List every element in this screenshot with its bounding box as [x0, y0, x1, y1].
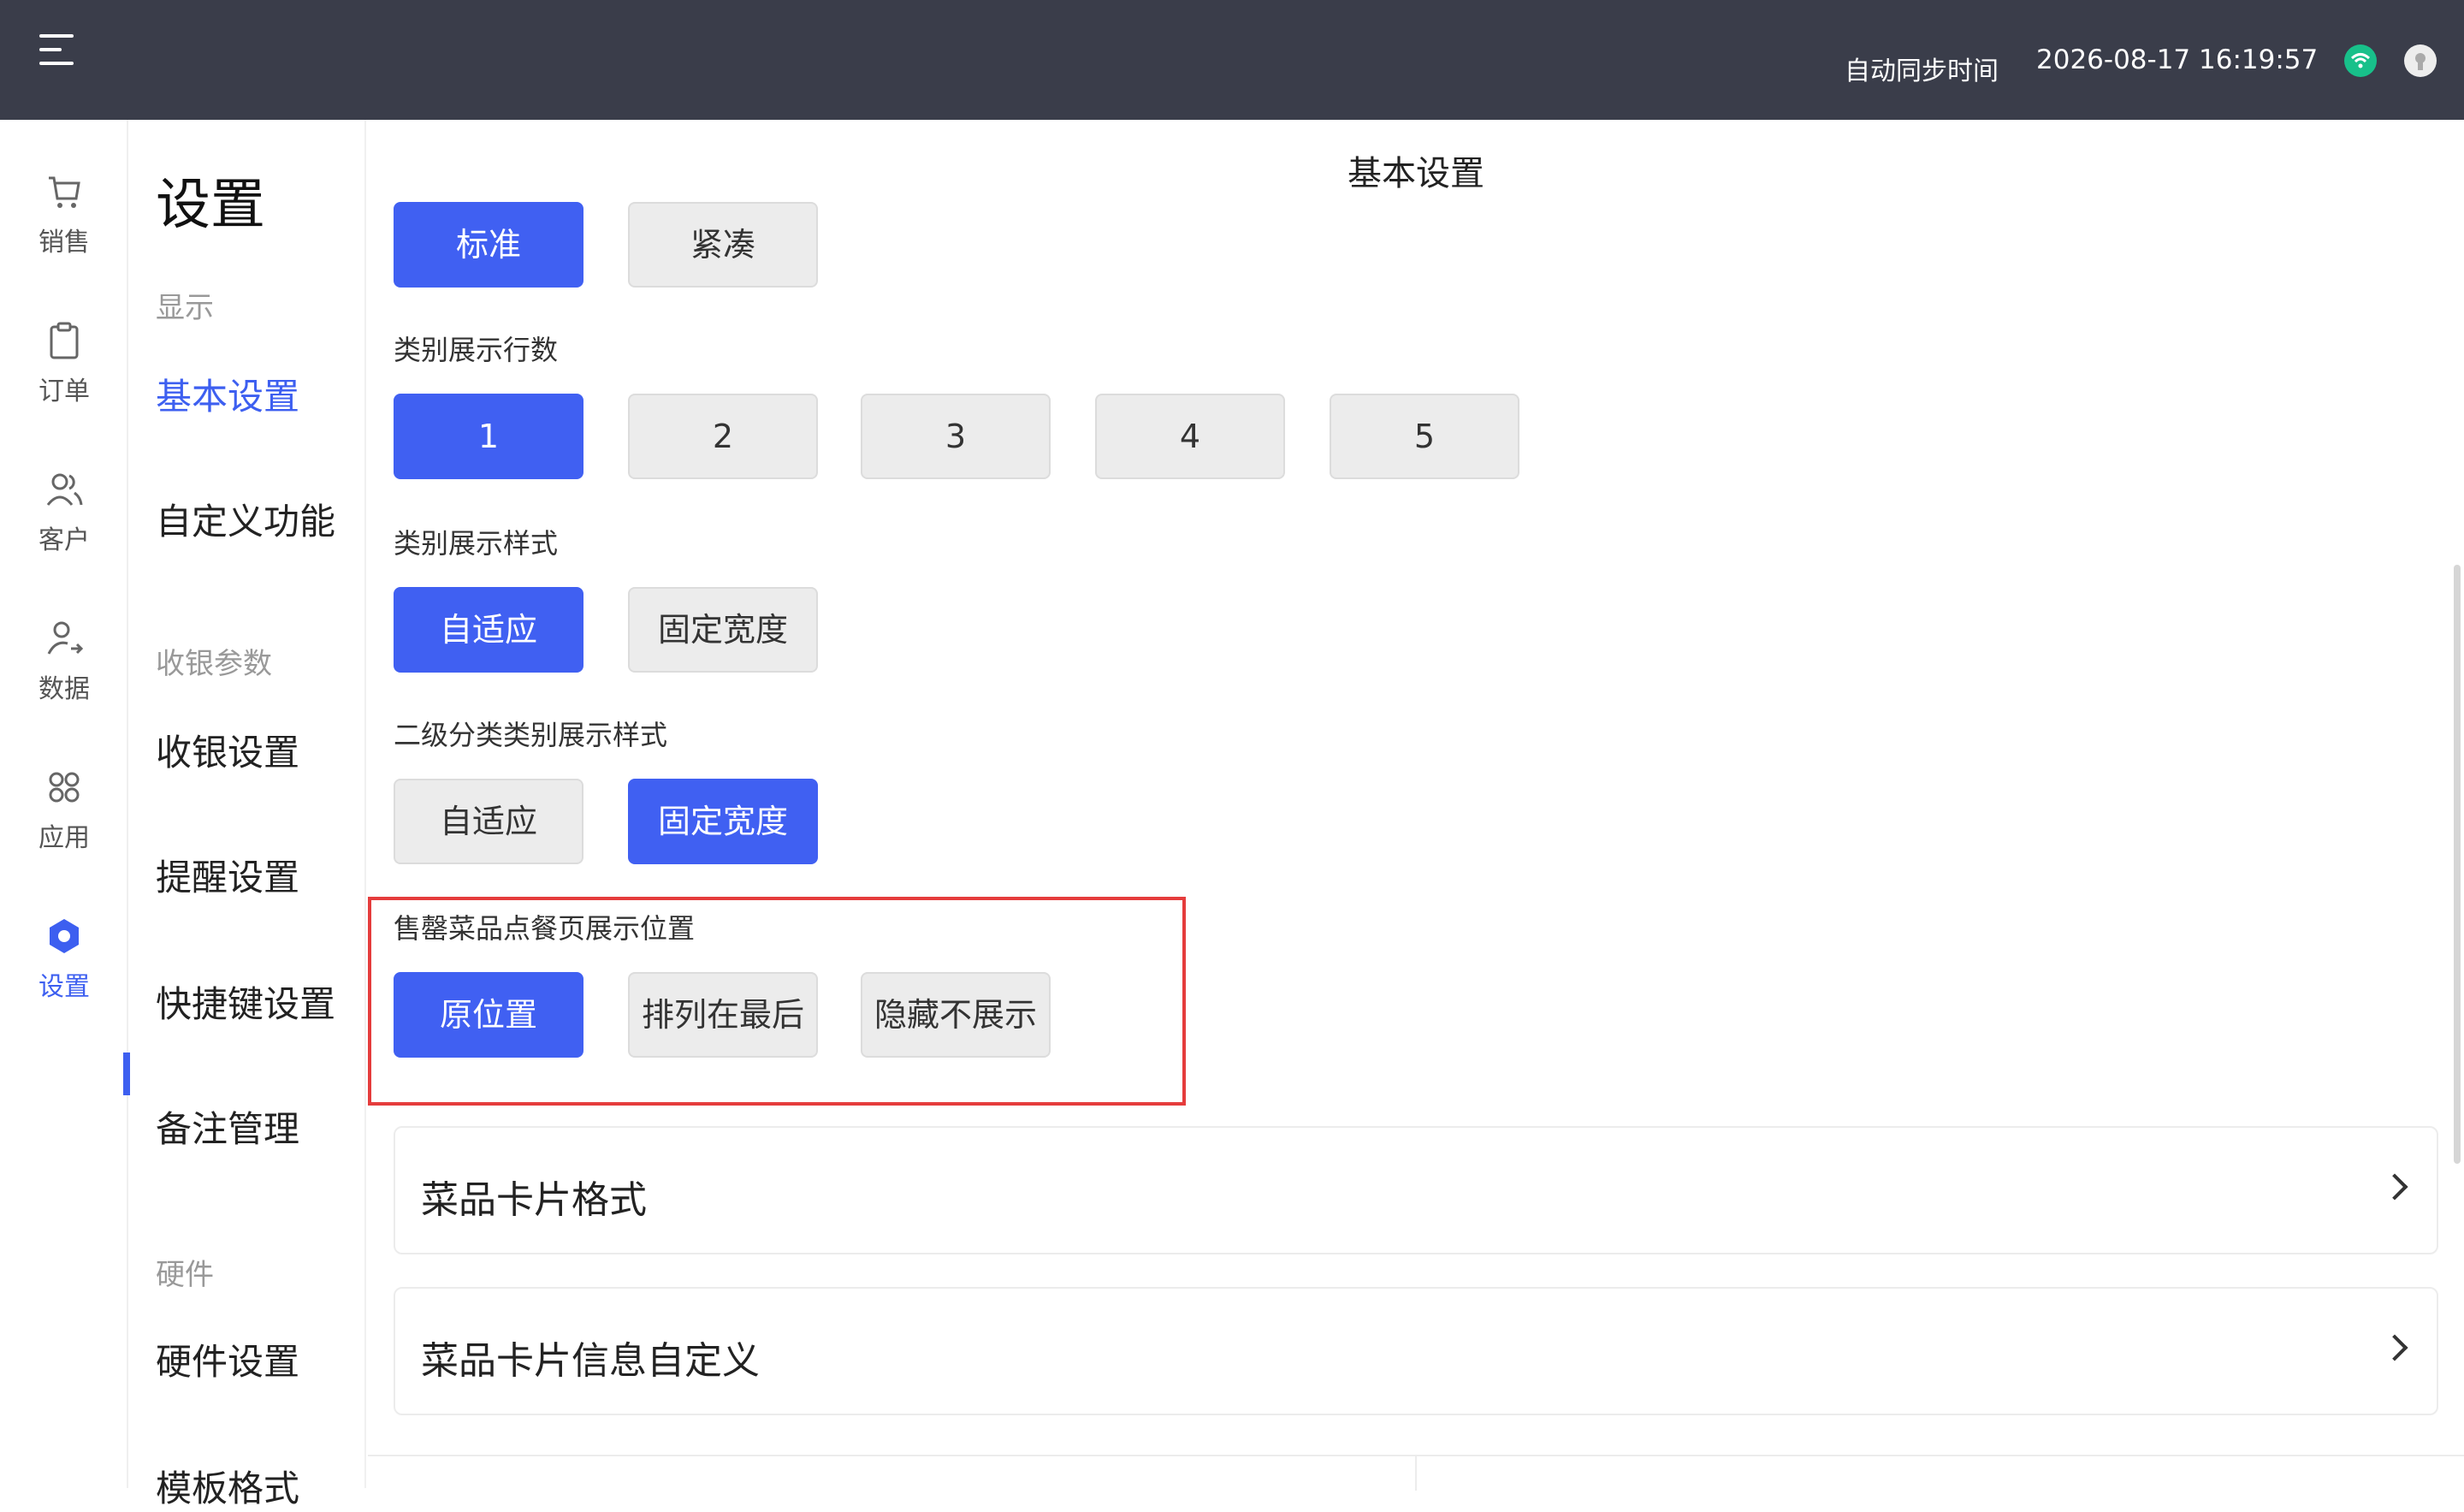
nav-item-data[interactable]: 数据: [0, 618, 128, 738]
icon-nav: 销售 订单 客户 数据 应用 设置: [0, 120, 130, 1488]
user-arrow-icon: [47, 621, 84, 655]
nav-label: 订单: [38, 377, 90, 406]
subnav-group-hardware: 硬件: [156, 1258, 214, 1292]
subnav-item-cashier-settings[interactable]: 收银设置: [156, 724, 299, 776]
option-soldout-hide[interactable]: 隐藏不展示: [861, 972, 1051, 1058]
subnav-title: 设置: [156, 174, 265, 237]
card-row-dish-card-format[interactable]: 菜品卡片格式: [394, 1126, 2438, 1254]
hamburger-menu-icon[interactable]: [39, 34, 77, 65]
card-row-label: 菜品卡片信息自定义: [421, 1339, 760, 1383]
nav-item-apps[interactable]: 应用: [0, 767, 128, 886]
option-standard[interactable]: 标准: [394, 202, 583, 288]
subnav-item-basic-settings[interactable]: 基本设置: [156, 368, 299, 420]
nav-label: 设置: [38, 972, 90, 1002]
nav-item-orders[interactable]: 订单: [0, 320, 128, 440]
nav-item-settings[interactable]: 设置: [0, 916, 128, 1035]
nav-item-sales[interactable]: 销售: [0, 171, 128, 291]
subnav-item-shortcut-settings[interactable]: 快捷键设置: [156, 975, 335, 1028]
user-avatar-icon[interactable]: [2404, 44, 2437, 77]
nav-label: 客户: [38, 525, 90, 555]
option-soldout-move-last[interactable]: 排列在最后: [628, 972, 818, 1058]
option-subcategory-adaptive[interactable]: 自适应: [394, 779, 583, 864]
page-title: 基本设置: [1348, 154, 1484, 193]
wifi-icon[interactable]: [2344, 44, 2377, 77]
nav-label: 数据: [38, 674, 90, 704]
bottom-split-divider: [1415, 1456, 1417, 1491]
section-label-soldout-position: 售罄菜品点餐页展示位置: [394, 912, 696, 945]
section-label-category-rows: 类别展示行数: [394, 334, 559, 366]
chevron-right-icon: [2381, 1173, 2408, 1201]
option-compact[interactable]: 紧凑: [628, 202, 818, 288]
users-icon: [46, 473, 83, 506]
clipboard-icon: [50, 322, 79, 359]
active-indicator: [123, 1052, 130, 1095]
subnav-item-template-format[interactable]: 模板格式: [156, 1460, 299, 1512]
option-category-fixed-width[interactable]: 固定宽度: [628, 587, 818, 673]
option-subcategory-fixed-width[interactable]: 固定宽度: [628, 779, 818, 864]
option-rows-5[interactable]: 5: [1330, 394, 1519, 479]
subnav-item-hardware-settings[interactable]: 硬件设置: [156, 1333, 299, 1385]
cart-icon: [49, 176, 80, 208]
option-rows-2[interactable]: 2: [628, 394, 818, 479]
main-content: 基本设置 标准 紧凑 类别展示行数 1 2 3 4 5 类别展示样式 自适应 固…: [368, 120, 2464, 1491]
option-rows-4[interactable]: 4: [1095, 394, 1285, 479]
subnav-item-custom-functions[interactable]: 自定义功能: [156, 493, 335, 545]
sync-time-label: 自动同步时间: [1845, 56, 1999, 86]
option-soldout-original-position[interactable]: 原位置: [394, 972, 583, 1058]
chevron-right-icon: [2381, 1334, 2408, 1361]
top-bar: 自动同步时间 2026-08-17 16:19:57: [0, 0, 2464, 120]
section-label-category-style: 类别展示样式: [394, 527, 559, 560]
card-row-label: 菜品卡片格式: [421, 1178, 647, 1222]
nav-label: 销售: [38, 228, 90, 258]
subnav-group-display: 显示: [156, 291, 214, 325]
nav-label: 应用: [38, 823, 90, 853]
gear-icon: [50, 919, 79, 953]
option-category-adaptive[interactable]: 自适应: [394, 587, 583, 673]
section-label-subcategory-style: 二级分类类别展示样式: [394, 719, 668, 751]
card-row-dish-card-info-custom[interactable]: 菜品卡片信息自定义: [394, 1287, 2438, 1415]
settings-subnav: 设置 显示 基本设置 自定义功能 收银参数 收银设置 提醒设置 快捷键设置 备注…: [130, 120, 366, 1509]
subnav-item-reminder-settings[interactable]: 提醒设置: [156, 849, 299, 901]
sync-time-value: 2026-08-17 16:19:57: [2036, 44, 2319, 75]
option-rows-1[interactable]: 1: [394, 394, 583, 479]
scrollbar[interactable]: [2454, 565, 2461, 1164]
nav-item-customers[interactable]: 客户: [0, 469, 128, 589]
apps-grid-icon: [49, 772, 80, 803]
option-rows-3[interactable]: 3: [861, 394, 1051, 479]
subnav-item-note-management[interactable]: 备注管理: [156, 1100, 299, 1153]
subnav-group-cashier-params: 收银参数: [156, 647, 272, 681]
